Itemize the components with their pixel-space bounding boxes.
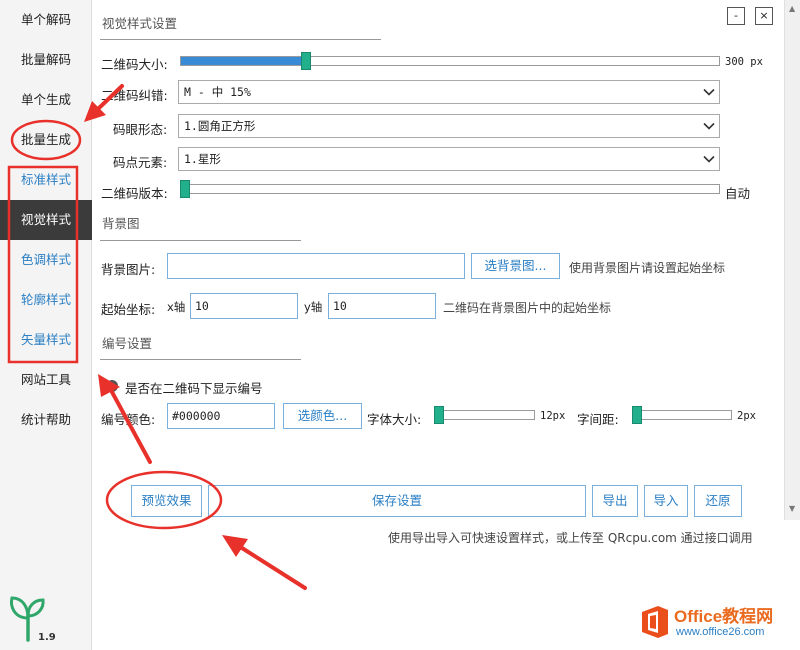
choose-background-button[interactable]: 选背景图...: [471, 253, 560, 279]
main-panel: - × ▲ ▼ 视觉样式设置 二维码大小: 300 px 二维码纠错: M - …: [92, 0, 800, 650]
background-image-input[interactable]: [167, 253, 465, 279]
qr-size-slider-thumb[interactable]: [301, 52, 311, 70]
x-axis-label: x轴: [167, 300, 186, 314]
font-size-value: 12px: [540, 410, 566, 422]
font-size-slider-thumb[interactable]: [434, 406, 444, 424]
eye-shape-label: 码眼形态:: [113, 122, 168, 137]
sidebar-item-stats-help[interactable]: 统计帮助: [0, 400, 92, 440]
x-coord-input[interactable]: 10: [190, 293, 298, 319]
background-section-title: 背景图: [102, 216, 140, 231]
eye-shape-select-value: 1.圆角正方形: [184, 119, 256, 133]
divider: [100, 359, 301, 360]
close-button[interactable]: ×: [755, 7, 773, 25]
letter-spacing-label: 字间距:: [577, 412, 619, 427]
qr-size-slider[interactable]: [180, 52, 720, 70]
watermark-brand: Office教程网: [674, 607, 774, 626]
sidebar-item-single-generate[interactable]: 单个生成: [0, 80, 92, 120]
qr-size-value: 300 px: [725, 56, 763, 68]
y-axis-label: y轴: [304, 300, 323, 314]
sidebar-item-standard-style[interactable]: 标准样式: [0, 160, 92, 200]
sidebar: 单个解码 批量解码 单个生成 批量生成 标准样式 视觉样式 色调样式 轮廓样式 …: [0, 0, 92, 650]
choose-color-button[interactable]: 选颜色...: [283, 403, 362, 429]
qr-version-value: 自动: [725, 186, 751, 201]
scroll-down-icon[interactable]: ▼: [789, 504, 795, 513]
font-size-slider[interactable]: [434, 406, 535, 424]
show-number-label: 是否在二维码下显示编号: [125, 381, 263, 396]
numbering-section-title: 编号设置: [102, 336, 153, 351]
ecc-label: 二维码纠错:: [101, 88, 168, 103]
letter-spacing-value: 2px: [737, 410, 756, 422]
number-color-input[interactable]: #000000: [167, 403, 275, 429]
sidebar-item-batch-decode[interactable]: 批量解码: [0, 40, 92, 80]
letter-spacing-slider-thumb[interactable]: [632, 406, 642, 424]
dot-element-select-value: 1.星形: [184, 152, 221, 166]
save-settings-button[interactable]: 保存设置: [208, 485, 586, 517]
dot-element-select[interactable]: 1.星形: [178, 147, 720, 171]
version-label: 1.9: [38, 632, 56, 643]
chevron-down-icon: [703, 155, 715, 163]
scrollbar[interactable]: ▲ ▼: [784, 0, 800, 520]
ecc-select[interactable]: M - 中 15%: [178, 80, 720, 104]
sidebar-item-single-decode[interactable]: 单个解码: [0, 0, 92, 40]
start-coord-hint: 二维码在背景图片中的起始坐标: [443, 301, 612, 315]
sidebar-item-web-tools[interactable]: 网站工具: [0, 360, 92, 400]
start-coord-label: 起始坐标:: [101, 302, 156, 317]
watermark: Office教程网 www.office26.com: [636, 600, 800, 648]
qr-version-slider-thumb[interactable]: [180, 180, 190, 198]
y-coord-input[interactable]: 10: [328, 293, 436, 319]
import-button[interactable]: 导入: [644, 485, 688, 517]
show-number-radio[interactable]: [106, 380, 118, 392]
export-button[interactable]: 导出: [592, 485, 638, 517]
export-import-hint: 使用导出导入可快速设置样式，或上传至 QRcpu.com 通过接口调用: [388, 531, 753, 545]
number-color-label: 编号颜色:: [101, 412, 156, 427]
sidebar-item-vector-style[interactable]: 矢量样式: [0, 320, 92, 360]
minimize-button[interactable]: -: [727, 7, 745, 25]
preview-button[interactable]: 预览效果: [131, 485, 202, 517]
sidebar-item-visual-style[interactable]: 视觉样式: [0, 200, 92, 240]
font-size-label: 字体大小:: [367, 412, 422, 427]
letter-spacing-slider[interactable]: [632, 406, 732, 424]
background-image-label: 背景图片:: [101, 262, 156, 277]
chevron-down-icon: [703, 122, 715, 130]
restore-button[interactable]: 还原: [694, 485, 742, 517]
qr-version-slider[interactable]: [180, 180, 720, 198]
dot-element-label: 码点元素:: [113, 155, 168, 170]
qr-size-slider-fill: [181, 57, 302, 65]
sidebar-item-batch-generate[interactable]: 批量生成: [0, 120, 92, 160]
qr-version-label: 二维码版本:: [101, 186, 168, 201]
office-logo-icon: [642, 606, 668, 638]
watermark-url: www.office26.com: [676, 626, 765, 638]
divider: [100, 39, 381, 40]
visual-section-title: 视觉样式设置: [102, 16, 178, 31]
chevron-down-icon: [703, 88, 715, 96]
scroll-up-icon[interactable]: ▲: [789, 4, 795, 13]
sidebar-item-outline-style[interactable]: 轮廓样式: [0, 280, 92, 320]
divider: [100, 240, 301, 241]
qr-size-label: 二维码大小:: [101, 57, 168, 72]
sidebar-item-tone-style[interactable]: 色调样式: [0, 240, 92, 280]
ecc-select-value: M - 中 15%: [184, 85, 251, 99]
eye-shape-select[interactable]: 1.圆角正方形: [178, 114, 720, 138]
background-image-hint: 使用背景图片请设置起始坐标: [569, 261, 726, 275]
